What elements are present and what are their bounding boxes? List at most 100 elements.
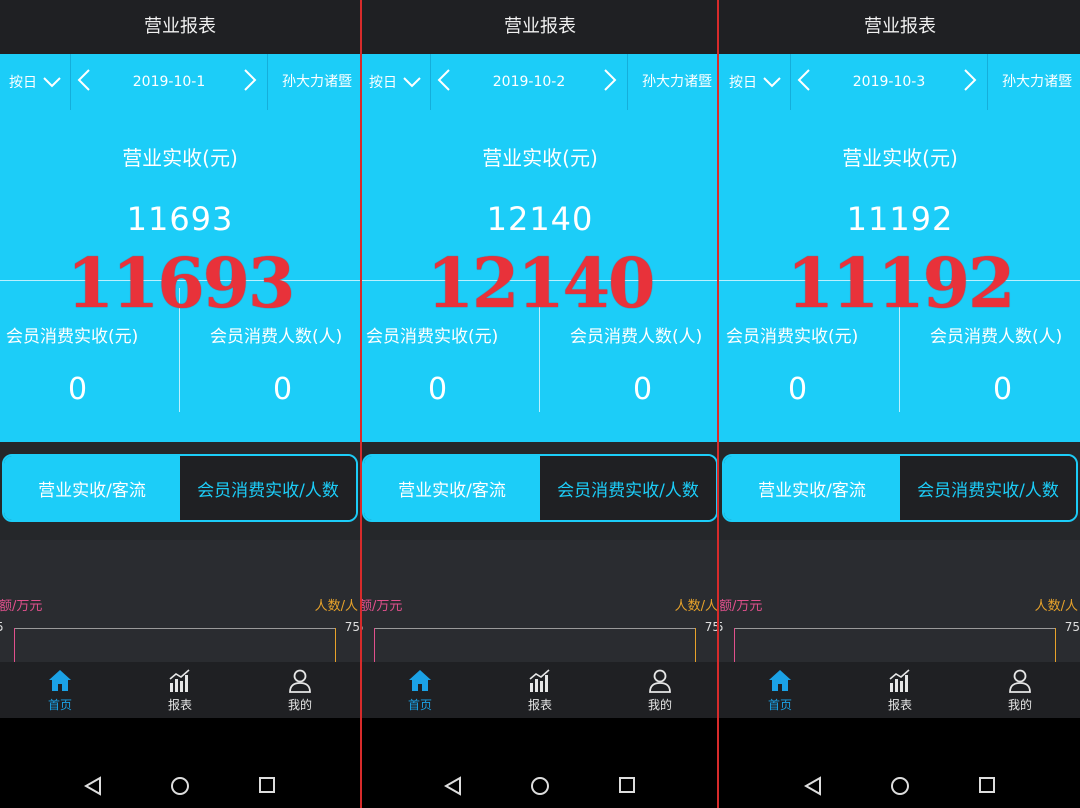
date-selector: 2019-10-2 bbox=[431, 54, 628, 110]
chevron-right-icon[interactable] bbox=[963, 68, 977, 92]
current-date: 2019-10-1 bbox=[132, 74, 206, 90]
back-icon[interactable] bbox=[804, 776, 822, 796]
period-mode-label: 按日 bbox=[729, 75, 757, 91]
filter-bar: 按日 2019-10-2 孙大力诸暨 bbox=[360, 54, 720, 110]
chart-toggle: 营业实收/客流 会员消费实收/人数 bbox=[722, 454, 1078, 522]
bottom-tab-bar: 首页 报表 我的 bbox=[0, 662, 360, 718]
chart-left-tick: 5 bbox=[720, 620, 724, 634]
system-nav-bar bbox=[0, 718, 360, 808]
recent-apps-icon[interactable] bbox=[258, 776, 276, 794]
tab-home-label: 首页 bbox=[767, 697, 792, 712]
user-icon bbox=[1009, 669, 1031, 693]
member-revenue-label: 会员消费实收(元) bbox=[726, 327, 859, 347]
member-revenue-label: 会员消费实收(元) bbox=[366, 327, 499, 347]
bottom-tab-bar: 首页 报表 我的 bbox=[360, 662, 720, 718]
member-count-value: 0 bbox=[273, 372, 293, 407]
toggle-revenue-traffic[interactable]: 营业实收/客流 bbox=[4, 456, 180, 520]
member-revenue-value: 0 bbox=[788, 372, 808, 407]
store-selector[interactable]: 孙大力诸暨 bbox=[988, 54, 1080, 110]
member-revenue-value: 0 bbox=[68, 372, 88, 407]
screenshot-collage: 营业报表 按日 2019-10-3 孙大力诸暨 营业实收(元) 11192 会员… bbox=[0, 0, 1080, 808]
current-date: 2019-10-2 bbox=[492, 74, 566, 90]
revenue-value: 12140 bbox=[486, 200, 594, 238]
chart-gridline bbox=[14, 628, 336, 629]
chart-right-axis-unit: 人数/人 bbox=[1034, 599, 1078, 614]
store-selector[interactable]: 孙大力诸暨 bbox=[268, 54, 360, 110]
tab-home[interactable]: 首页 bbox=[0, 662, 120, 718]
tab-profile[interactable]: 我的 bbox=[960, 662, 1080, 718]
tab-reports-label: 报表 bbox=[167, 697, 192, 712]
chart-left-axis bbox=[14, 628, 15, 662]
member-count-value: 0 bbox=[633, 372, 653, 407]
chevron-down-icon bbox=[43, 77, 61, 88]
store-selector[interactable]: 孙大力诸暨 bbox=[628, 54, 720, 110]
system-nav-bar bbox=[720, 718, 1080, 808]
home-icon bbox=[769, 669, 791, 691]
toggle-revenue-traffic[interactable]: 营业实收/客流 bbox=[364, 456, 540, 520]
chart-toggle: 营业实收/客流 会员消费实收/人数 bbox=[2, 454, 358, 522]
chart-right-axis bbox=[335, 628, 336, 662]
home-icon bbox=[49, 669, 71, 691]
chart-gridline bbox=[734, 628, 1056, 629]
revenue-overlay-annotation: 11192 bbox=[786, 244, 1016, 324]
chart-gridline bbox=[374, 628, 696, 629]
chart-toggle: 营业实收/客流 会员消费实收/人数 bbox=[362, 454, 718, 522]
tab-profile-label: 我的 bbox=[1007, 697, 1032, 712]
period-mode-dropdown[interactable]: 按日 bbox=[720, 54, 791, 110]
home-circle-icon[interactable] bbox=[890, 776, 910, 796]
back-icon[interactable] bbox=[84, 776, 102, 796]
chart-right-tick: 75 bbox=[1064, 620, 1080, 634]
recent-apps-icon[interactable] bbox=[978, 776, 996, 794]
member-revenue-label: 会员消费实收(元) bbox=[6, 327, 139, 347]
tab-profile-label: 我的 bbox=[647, 697, 672, 712]
toggle-member-revenue-count[interactable]: 会员消费实收/人数 bbox=[900, 456, 1076, 520]
tab-reports[interactable]: 报表 bbox=[840, 662, 960, 718]
chart-area: 额/万元 人数/人 5 75 bbox=[360, 540, 720, 662]
tab-home[interactable]: 首页 bbox=[360, 662, 480, 718]
tab-home[interactable]: 首页 bbox=[720, 662, 840, 718]
back-icon[interactable] bbox=[444, 776, 462, 796]
tab-reports[interactable]: 报表 bbox=[120, 662, 240, 718]
bar-chart-icon bbox=[529, 668, 550, 692]
summary-panel: 营业实收(元) 12140 会员消费实收(元) 会员消费人数(人) 0 0 12… bbox=[360, 110, 720, 442]
summary-panel: 营业实收(元) 11192 会员消费实收(元) 会员消费人数(人) 0 0 11… bbox=[720, 110, 1080, 442]
user-icon bbox=[289, 669, 311, 693]
app-screen: 营业报表 按日 2019-10-3 孙大力诸暨 营业实收(元) 11192 会员… bbox=[720, 0, 1080, 808]
period-mode-dropdown[interactable]: 按日 bbox=[360, 54, 431, 110]
bar-chart-icon bbox=[169, 668, 190, 692]
toggle-member-revenue-count[interactable]: 会员消费实收/人数 bbox=[180, 456, 356, 520]
tab-profile[interactable]: 我的 bbox=[600, 662, 720, 718]
chevron-down-icon bbox=[403, 77, 421, 88]
page-title: 营业报表 bbox=[0, 0, 360, 54]
toggle-member-revenue-count[interactable]: 会员消费实收/人数 bbox=[540, 456, 716, 520]
revenue-label: 营业实收(元) bbox=[122, 146, 238, 170]
chart-area: 额/万元 人数/人 5 75 bbox=[0, 540, 360, 662]
chevron-right-icon[interactable] bbox=[243, 68, 257, 92]
chart-left-axis-unit: 额/万元 bbox=[360, 599, 403, 614]
chart-right-tick: 75 bbox=[344, 620, 360, 634]
recent-apps-icon[interactable] bbox=[618, 776, 636, 794]
tab-reports-label: 报表 bbox=[527, 697, 552, 712]
current-date: 2019-10-3 bbox=[852, 74, 926, 90]
revenue-value: 11693 bbox=[126, 200, 234, 238]
home-circle-icon[interactable] bbox=[530, 776, 550, 796]
bottom-tab-bar: 首页 报表 我的 bbox=[720, 662, 1080, 718]
tab-reports[interactable]: 报表 bbox=[480, 662, 600, 718]
tab-profile[interactable]: 我的 bbox=[240, 662, 360, 718]
revenue-value: 11192 bbox=[846, 200, 954, 238]
chart-left-axis-unit: 额/万元 bbox=[0, 599, 43, 614]
screen-divider bbox=[360, 0, 362, 808]
chart-left-tick: 5 bbox=[0, 620, 4, 634]
user-icon bbox=[649, 669, 671, 693]
filter-bar: 按日 2019-10-3 孙大力诸暨 bbox=[720, 54, 1080, 110]
member-count-label: 会员消费人数(人) bbox=[570, 327, 703, 347]
chevron-right-icon[interactable] bbox=[603, 68, 617, 92]
chart-right-axis-unit: 人数/人 bbox=[674, 599, 718, 614]
chart-area: 额/万元 人数/人 5 75 bbox=[720, 540, 1080, 662]
period-mode-dropdown[interactable]: 按日 bbox=[0, 54, 71, 110]
chart-right-axis-unit: 人数/人 bbox=[314, 599, 358, 614]
revenue-overlay-annotation: 12140 bbox=[426, 244, 656, 324]
toggle-revenue-traffic[interactable]: 营业实收/客流 bbox=[724, 456, 900, 520]
member-count-value: 0 bbox=[993, 372, 1013, 407]
home-circle-icon[interactable] bbox=[170, 776, 190, 796]
